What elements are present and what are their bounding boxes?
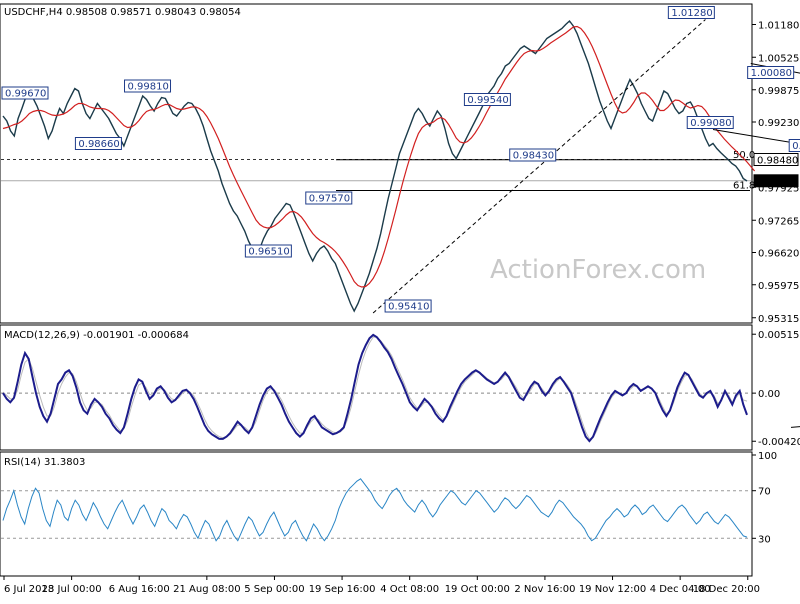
price-tick-label: 0.99875 <box>758 86 799 97</box>
chart-svg: ActionForex.com 50.061.8 0.996700.998100… <box>0 3 800 595</box>
macd-tick-label: 0.00 <box>758 389 780 400</box>
x-tick-label: 2 Nov 16:00 <box>514 584 575 595</box>
price-tick-label: 0.99230 <box>758 118 799 129</box>
macd-label: MACD(12,26,9) -0.001901 -0.000684 <box>4 330 189 341</box>
rsi-tick-label: 100 <box>758 451 777 462</box>
price-label: 0.98660 <box>78 139 119 150</box>
price-label: 0.96510 <box>248 247 289 258</box>
price-label: 1.00080 <box>751 68 792 79</box>
chart-title: USDCHF,H4 0.98508 0.98571 0.98043 0.9805… <box>4 7 241 18</box>
rsi-tick-label: 70 <box>758 487 771 498</box>
macd-tick-label: 0.005156 <box>758 330 800 341</box>
price-label: 0.95410 <box>388 302 429 313</box>
x-tick-label: 6 Aug 16:00 <box>109 584 170 595</box>
rsi-tick-label: 30 <box>758 534 771 545</box>
rsi-label: RSI(14) 31.3803 <box>4 457 85 468</box>
price-tick-label: 0.98480 <box>757 156 798 167</box>
x-tick-label: 19 Sep 16:00 <box>309 584 376 595</box>
price-tick-label: 0.95315 <box>758 314 799 325</box>
x-tick-label: 19 Nov 12:00 <box>579 584 646 595</box>
price-tick-label: 0.96620 <box>758 249 799 260</box>
price-label: 0.98430 <box>513 151 554 162</box>
rsi-panel-frame <box>0 451 753 577</box>
watermark: ActionForex.com <box>490 255 706 285</box>
macd-trendline-1 <box>790 426 800 428</box>
x-tick-label: 23 Jul 00:00 <box>42 584 102 595</box>
price-tick-label: 0.97265 <box>758 216 799 227</box>
price-label: 0.99810 <box>128 82 169 93</box>
price-tick-label: 0.95975 <box>758 281 799 292</box>
price-label: 1.01280 <box>671 8 712 19</box>
x-tick-label: 4 Oct 08:00 <box>380 584 439 595</box>
x-tick-label: 21 Aug 08:00 <box>173 584 240 595</box>
macd-tick-label: -0.004209 <box>758 437 800 448</box>
price-tick-label: 1.00525 <box>758 53 799 64</box>
price-label: 0.99080 <box>690 118 731 129</box>
rsi-panel-axis: 100 70 30 <box>752 451 777 545</box>
price-label: 0.98620 <box>792 141 800 152</box>
chart-container: ActionForex.com 50.0 61.8 0.99670 0.99810 0… <box>0 0 800 600</box>
x-tick-label: 19 Oct 00:00 <box>445 584 510 595</box>
price-tick-label: 1.01180 <box>758 21 799 32</box>
fib-label: 61.8 <box>733 181 755 192</box>
x-tick-label: 5 Sep 00:00 <box>244 584 304 595</box>
price-tick-label: 0.97925 <box>758 183 799 194</box>
price-label: 0.99540 <box>467 95 508 106</box>
macd-panel-axis: 0.005156 0.00 -0.004209 <box>752 330 800 448</box>
price-label: 0.99670 <box>5 89 46 100</box>
price-label: 0.97570 <box>309 194 350 205</box>
x-tick-label: 18 Dec 20:00 <box>693 584 760 595</box>
x-axis: 6 Jul 201823 Jul 00:00 6 Aug 16:00 21 Aug … <box>3 576 760 595</box>
